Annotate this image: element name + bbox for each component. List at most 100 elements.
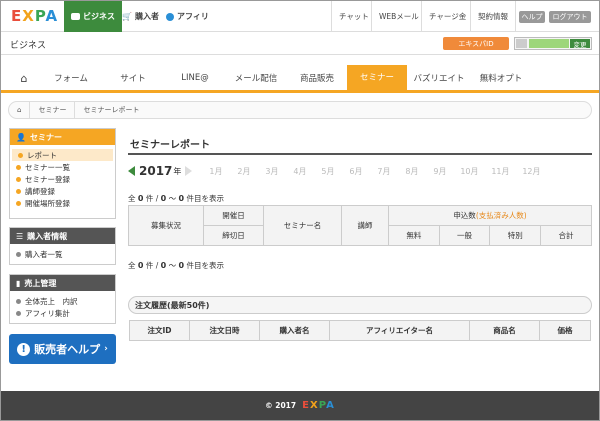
help-button[interactable]: ヘルプ	[519, 11, 545, 23]
sidebar-item-lecturer-register[interactable]: 講師登録	[10, 185, 115, 197]
sidebar-item-report[interactable]: レポート	[12, 149, 113, 161]
month-item[interactable]: 10月	[454, 166, 484, 177]
month-item[interactable]: 1月	[202, 166, 229, 177]
col-total: 合計	[540, 225, 592, 246]
logo-letter: P	[318, 400, 327, 411]
avatar	[516, 39, 527, 48]
logo-letter: X	[22, 7, 35, 25]
nav-chat[interactable]: チャット	[331, 1, 376, 32]
sidebar-item-label: 購入者一覧	[25, 249, 63, 259]
month-item[interactable]: 4月	[286, 166, 313, 177]
logo-letter: A	[45, 7, 59, 25]
month-item[interactable]: 11月	[485, 166, 515, 177]
tab-label: ビジネス	[83, 12, 115, 21]
tab-seminar[interactable]: セミナー	[347, 65, 407, 91]
home-icon: ⌂	[20, 71, 28, 85]
tab-affiliate[interactable]: アフィリ	[159, 1, 216, 32]
col-general: 一般	[438, 225, 491, 246]
id-field	[529, 39, 569, 48]
sidebar-buyer: ☰ 購入者情報 購入者一覧	[9, 227, 116, 265]
sidebar-item-seminar-register[interactable]: セミナー登録	[10, 173, 115, 185]
count-text: 全	[128, 261, 136, 270]
month-item[interactable]: 9月	[426, 166, 453, 177]
expa-id-button[interactable]: エキスパID	[443, 37, 509, 50]
apps-label: 申込数	[453, 211, 476, 220]
count-text: 件 /	[145, 261, 159, 270]
sidebar-item-total-sales[interactable]: 全体売上 内訳	[10, 295, 115, 307]
month-item[interactable]: 6月	[342, 166, 369, 177]
sidebar-item-venue-register[interactable]: 開催場所登録	[10, 197, 115, 209]
main-nav: ⌂ フォーム サイト LINE@ メール配信 商品販売 セミナー バズリエイト …	[1, 65, 599, 93]
tab-products[interactable]: 商品販売	[287, 65, 347, 91]
tab-label: メール配信	[234, 74, 278, 84]
home-tab[interactable]: ⌂	[9, 65, 39, 91]
sidebar-item-seminar-list[interactable]: セミナー一覧	[10, 161, 115, 173]
nav-underline	[1, 90, 599, 93]
tab-free-opt[interactable]: 無料オプト	[471, 65, 531, 91]
year-selector: 2017 年 1月 2月 3月 4月 5月 6月 7月 8月 9月 10月 11月…	[128, 162, 592, 180]
tab-label: セミナー	[359, 73, 394, 83]
count-to: 0	[178, 194, 185, 203]
nav-label: チャージ金	[429, 12, 467, 21]
expa-logo[interactable]: EXPA	[11, 7, 58, 25]
month-item[interactable]: 7月	[370, 166, 397, 177]
month-item[interactable]: 12月	[516, 166, 546, 177]
month-item[interactable]: 3月	[258, 166, 285, 177]
sidebar-item-label: セミナー登録	[25, 174, 70, 184]
breadcrumb-seminar[interactable]: セミナー	[30, 102, 76, 118]
sidebar-item-label: 全体売上 内訳	[25, 296, 78, 306]
logo-letter: A	[326, 400, 335, 411]
tab-label: サイト	[120, 74, 146, 84]
exclamation-icon: !	[17, 342, 31, 356]
change-label: 変更	[573, 40, 587, 49]
home-icon: ⌂	[17, 106, 22, 114]
prev-year-icon[interactable]	[128, 166, 135, 176]
result-count-bottom: 全 0 件 / 0 〜 0 件目を表示	[128, 260, 224, 271]
col-affiliator-name: アフィリエイター名	[329, 320, 470, 341]
chevron-right-icon: ›	[104, 344, 108, 354]
bullet-icon	[16, 298, 21, 304]
nav-contract[interactable]: 契約情報	[470, 1, 516, 32]
month-item[interactable]: 5月	[314, 166, 341, 177]
help-button-label: 販売者ヘルプ	[34, 343, 101, 356]
list-icon: ☰	[16, 231, 24, 241]
month-item[interactable]: 8月	[398, 166, 425, 177]
breadcrumb-home[interactable]: ⌂	[9, 102, 31, 118]
bullet-icon	[16, 164, 21, 170]
tab-form[interactable]: フォーム	[41, 65, 101, 91]
bullet-icon	[16, 310, 21, 316]
tab-line[interactable]: LINE@	[165, 65, 225, 91]
tab-label: 購入者	[134, 12, 159, 21]
breadcrumb-label: セミナーレポート	[83, 106, 140, 114]
nav-label: WEBメール	[379, 12, 419, 21]
logout-button[interactable]: ログアウト	[549, 11, 591, 23]
col-lecturer: 講師	[341, 205, 389, 246]
sidebar-sales: ▮ 売上管理 全体売上 内訳 アフィリ集計	[9, 274, 116, 324]
result-count: 全 0 件 / 0 〜 0 件目を表示	[128, 193, 224, 204]
bullet-icon	[16, 176, 21, 182]
nav-label: 契約情報	[478, 12, 508, 21]
tab-business[interactable]: ビジネス	[64, 1, 122, 32]
col-product-name: 商品名	[469, 320, 540, 341]
col-free: 無料	[388, 225, 440, 246]
nav-webmail[interactable]: WEBメール	[371, 1, 426, 32]
logo-letter: E	[11, 7, 23, 25]
tab-site[interactable]: サイト	[101, 65, 165, 91]
count-text: 件目を表示	[186, 261, 225, 270]
bullet-icon	[16, 251, 21, 257]
sidebar-title: 売上管理	[24, 278, 57, 288]
nav-charge[interactable]: チャージ金	[421, 1, 473, 32]
count-total: 0	[137, 194, 144, 203]
month-item[interactable]: 2月	[230, 166, 257, 177]
tab-label: LINE@	[181, 73, 209, 83]
sidebar-item-buyer-list[interactable]: 購入者一覧	[10, 248, 115, 260]
sidebar-item-affiliate-summary[interactable]: アフィリ集計	[10, 307, 115, 319]
help-label: ヘルプ	[521, 13, 543, 21]
next-year-icon[interactable]	[185, 166, 193, 176]
tab-mail[interactable]: メール配信	[225, 65, 287, 91]
col-open-date: 開催日	[203, 205, 264, 226]
breadcrumb-label: セミナー	[38, 106, 67, 114]
tab-buzzriate[interactable]: バズリエイト	[407, 65, 471, 91]
seller-help-button[interactable]: ! 販売者ヘルプ ›	[9, 334, 116, 364]
change-button[interactable]: 変更	[570, 39, 590, 49]
